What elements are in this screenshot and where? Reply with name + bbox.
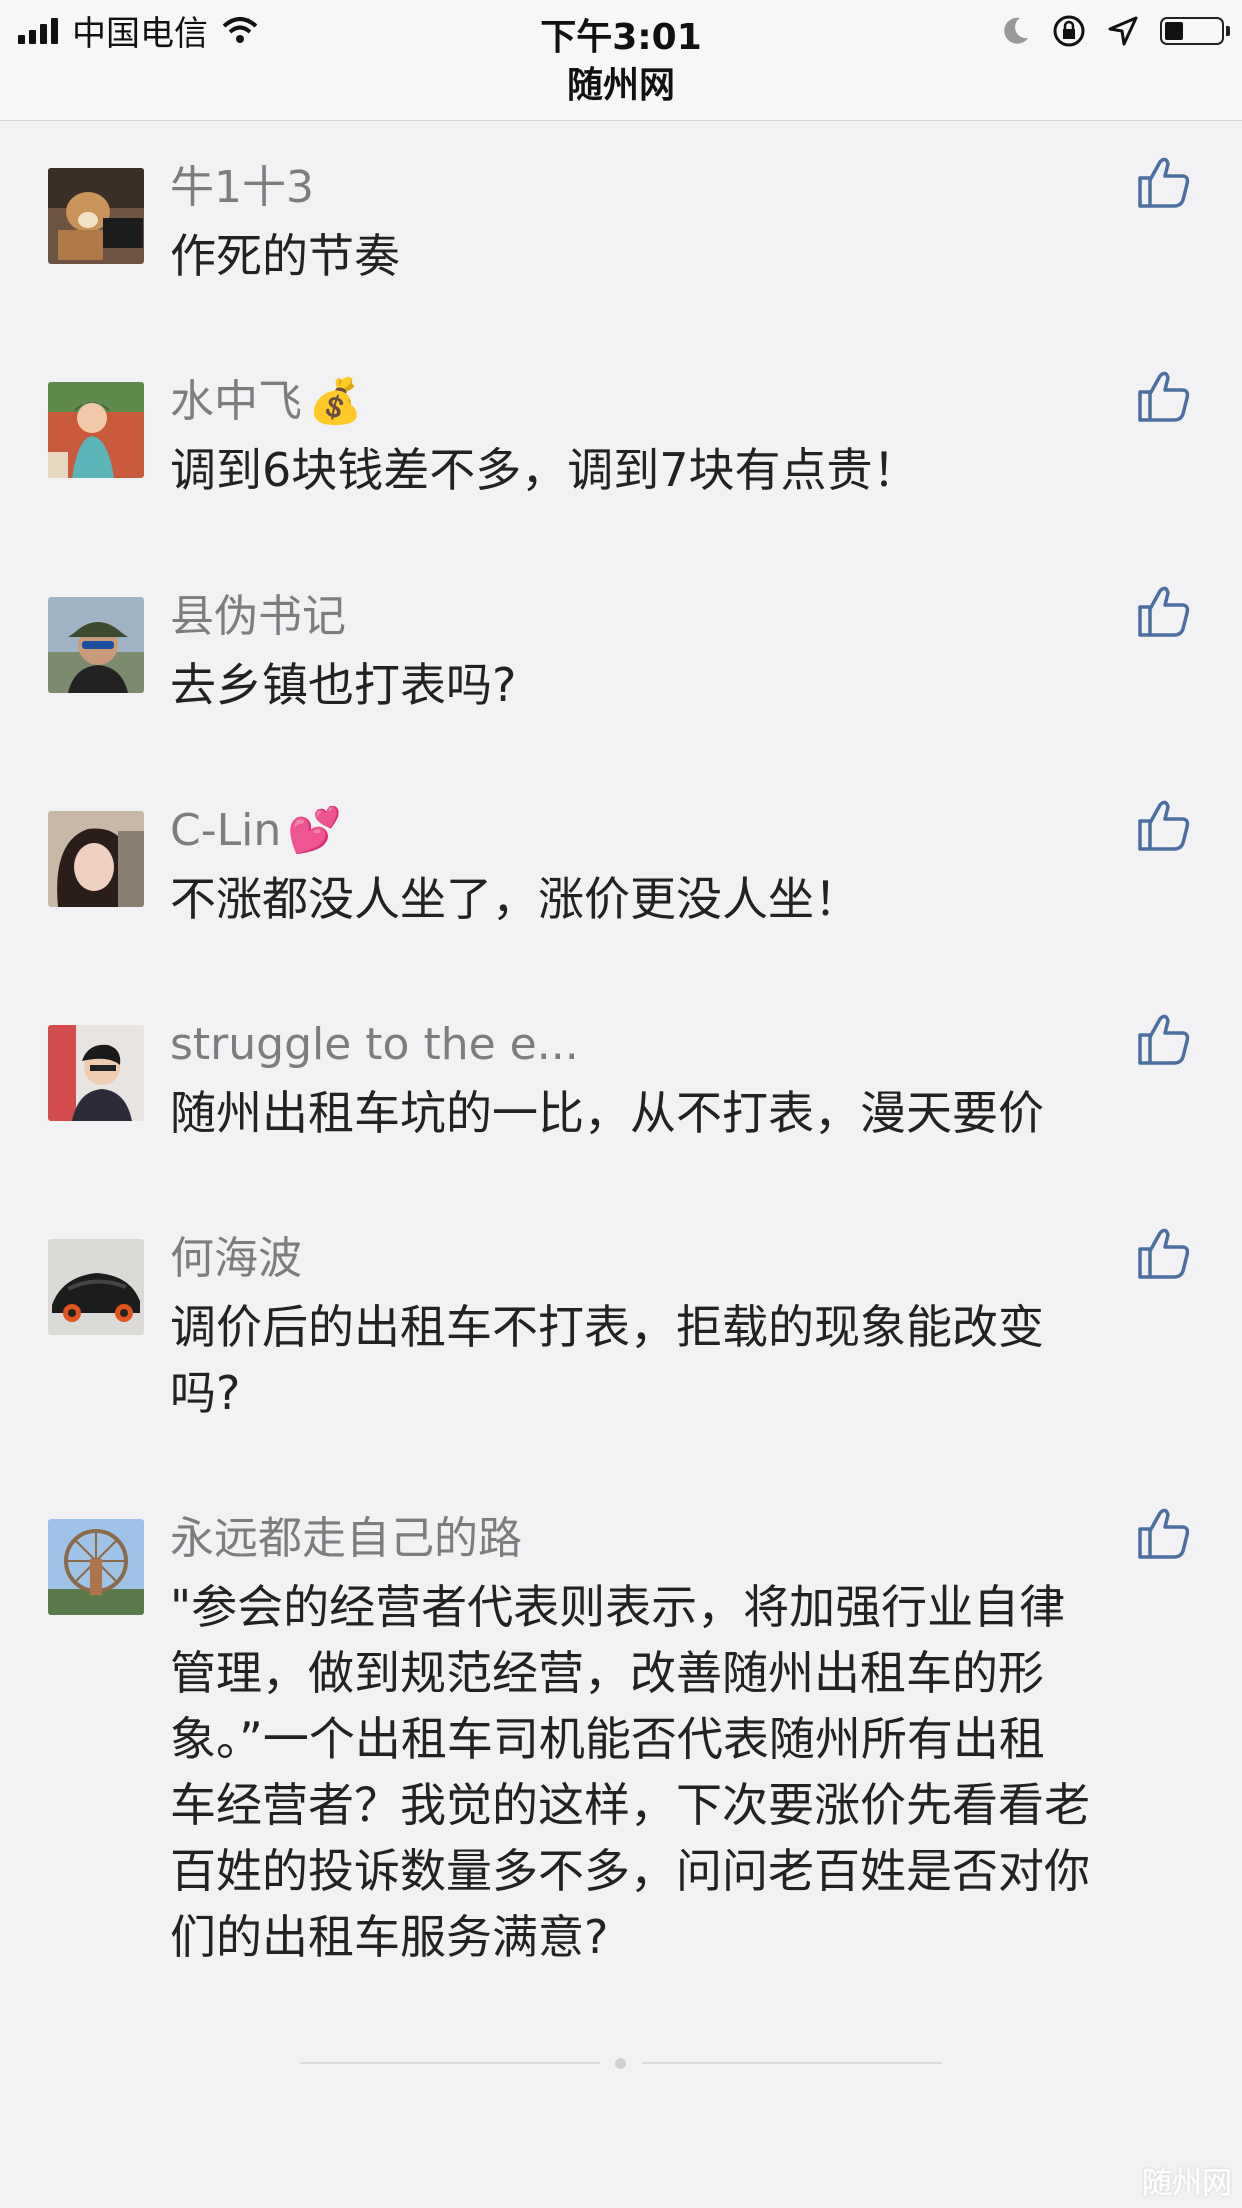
battery-icon xyxy=(1160,17,1230,45)
thumbs-up-icon[interactable] xyxy=(1136,583,1192,639)
rotation-lock-icon xyxy=(1053,15,1085,47)
system-icons xyxy=(1002,10,1230,52)
money-bag-emoji: 💰 xyxy=(308,376,363,427)
watermark: 随州网 xyxy=(1142,2166,1232,2201)
comment-text: 随州出租车坑的一比，从不打表，漫天要价 xyxy=(170,1086,1044,1140)
avatar[interactable] xyxy=(48,382,144,478)
comment-author[interactable]: 何海波 xyxy=(170,1231,302,1287)
comment-author[interactable]: struggle to the e... xyxy=(170,1017,579,1073)
avatar[interactable] xyxy=(48,597,144,693)
comment-text: 调价后的出租车不打表，拒载的现象能改变 吗? xyxy=(170,1300,1044,1420)
end-divider-dot xyxy=(615,2058,626,2069)
comment-author[interactable]: 永远都走自己的路 xyxy=(170,1511,522,1567)
thumbs-up-icon[interactable] xyxy=(1136,797,1192,853)
comment-text: 作死的节奏 xyxy=(170,229,400,283)
avatar[interactable] xyxy=(48,1519,144,1615)
thumbs-up-icon[interactable] xyxy=(1136,1011,1192,1067)
comment-author[interactable]: 水中飞 💰 xyxy=(170,374,363,430)
avatar[interactable] xyxy=(48,1239,144,1335)
comment-text: 去乡镇也打表吗? xyxy=(170,658,517,712)
comment-author[interactable]: 县伪书记 xyxy=(170,589,346,645)
moon-icon xyxy=(1004,17,1028,44)
location-arrow-icon xyxy=(1108,16,1138,46)
thumbs-up-icon[interactable] xyxy=(1136,368,1192,424)
two-hearts-emoji: 💕 xyxy=(287,805,343,856)
avatar[interactable] xyxy=(48,1025,144,1121)
end-divider-left xyxy=(300,2062,600,2064)
thumbs-up-icon[interactable] xyxy=(1136,154,1192,210)
comment-text: 调到6块钱差不多，调到7块有点贵！ xyxy=(170,443,919,497)
page-title: 随州网 xyxy=(566,65,675,106)
status-bar: 中国电信 下午3:01 随州网 xyxy=(0,0,1242,121)
thumbs-up-icon[interactable] xyxy=(1136,1505,1192,1561)
comment-text: "参会的经营者代表则表示，将加强行业自律 管理，做到规范经营，改善随州出租车的形… xyxy=(170,1580,1090,1964)
avatar[interactable] xyxy=(48,168,144,264)
comment-author[interactable]: 牛1十3 xyxy=(170,160,314,216)
avatar[interactable] xyxy=(48,811,144,907)
comment-author[interactable]: C-Lin 💕 xyxy=(170,803,342,859)
end-divider-right xyxy=(642,2062,942,2064)
thumbs-up-icon[interactable] xyxy=(1136,1225,1192,1281)
comment-text: 不涨都没人坐了，涨价更没人坐！ xyxy=(170,872,860,926)
